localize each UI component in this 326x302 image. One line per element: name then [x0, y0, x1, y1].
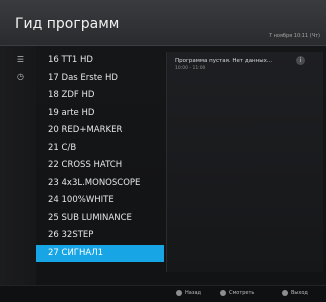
red-button-icon [176, 290, 182, 296]
date-time-label: 7 ноября 10:11 (Чт) [268, 33, 320, 39]
channel-item[interactable]: 21 C/B [36, 140, 164, 158]
page-title: Гид программ [15, 16, 120, 32]
channel-item[interactable]: 23 4x3L.MONOSCOPE [36, 175, 164, 193]
footer-hints: Назад Смотреть Выход [0, 285, 326, 302]
hint-watch-label: Смотреть [229, 290, 255, 296]
header-bar: Гид программ 7 ноября 10:11 (Чт) [0, 0, 326, 46]
filter-icon[interactable]: ☰ [16, 55, 25, 64]
hint-watch: Смотреть [220, 290, 254, 296]
channel-item[interactable]: 26 32STEP [36, 227, 164, 245]
hint-back: Назад [176, 290, 201, 296]
ok-button-icon [220, 290, 226, 296]
channel-item[interactable]: 17 Das Erste HD [36, 70, 164, 88]
channel-list: 16 ТТ1 HD 17 Das Erste HD 18 ZDF HD 19 arte… [36, 52, 164, 262]
channel-item[interactable]: 25 SUB LUMINANCE [36, 210, 164, 228]
channel-item[interactable]: 19 arte HD [36, 105, 164, 123]
tv-screen: Гид программ 7 ноября 10:11 (Чт) ☰ ◷ 16 … [0, 0, 326, 302]
side-panel: ☰ ◷ [0, 46, 36, 286]
program-time: 10:00 - 11:00 [175, 66, 206, 71]
clock-icon[interactable]: ◷ [16, 72, 25, 81]
program-info-panel: Программа пустая. Нет данных... 10:00 - … [166, 52, 323, 272]
channel-item[interactable]: 18 ZDF HD [36, 87, 164, 105]
hint-exit: Выход [282, 290, 308, 296]
info-icon[interactable]: i [296, 56, 305, 65]
channel-item[interactable]: 24 100%WHITE [36, 192, 164, 210]
channel-item[interactable]: 16 ТТ1 HD [36, 52, 164, 70]
hint-back-label: Назад [185, 290, 202, 296]
channel-item[interactable]: 27 СИГНАЛ1 [36, 244, 164, 262]
exit-button-icon [282, 290, 288, 296]
channel-item[interactable]: 22 CROSS HATCH [36, 157, 164, 175]
hint-exit-label: Выход [291, 290, 308, 296]
channel-item[interactable]: 20 RED+MARKER [36, 122, 164, 140]
program-title: Программа пустая. Нет данных... [175, 58, 273, 64]
